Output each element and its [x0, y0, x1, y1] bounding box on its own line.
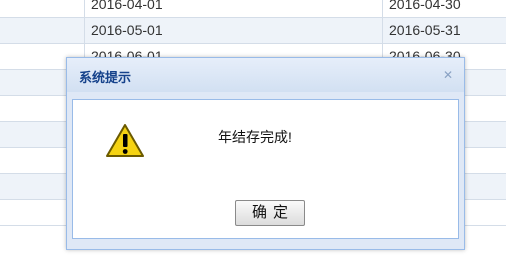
dialog-title: 系统提示: [79, 70, 132, 85]
table-row[interactable]: 2016-05-01 2016-05-31: [0, 18, 506, 44]
warning-icon: [106, 124, 144, 157]
end-date-cell: 2016-04-30: [382, 0, 506, 17]
close-icon[interactable]: ✕: [440, 68, 456, 82]
dialog-body: 年结存完成! 确定: [72, 99, 459, 239]
start-date-cell: 2016-05-01: [84, 18, 382, 43]
ok-button[interactable]: 确定: [235, 200, 305, 226]
system-alert-dialog: 系统提示 ✕ 年结存完成! 确定: [66, 57, 465, 250]
dialog-titlebar[interactable]: 系统提示 ✕: [67, 58, 464, 92]
end-date-cell: 2016-05-31: [382, 18, 506, 43]
dialog-message: 年结存完成!: [218, 129, 292, 145]
table-row[interactable]: 2016-04-01 2016-04-30: [0, 0, 506, 18]
start-date-cell: 2016-04-01: [84, 0, 382, 17]
